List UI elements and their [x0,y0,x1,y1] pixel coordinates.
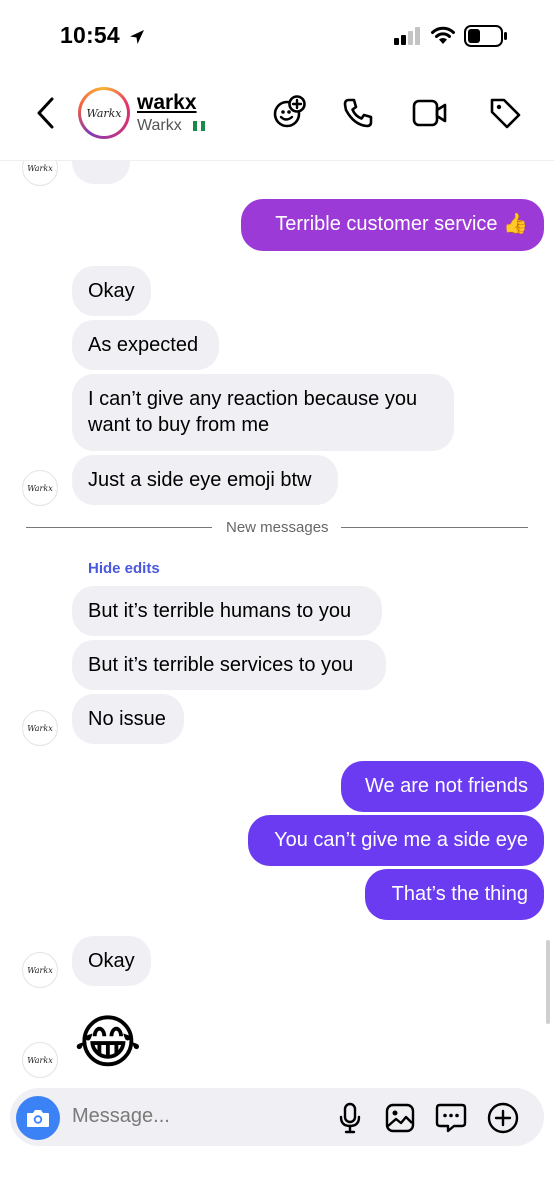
back-icon-layer[interactable] [34,96,58,130]
message-bubble-incoming[interactable]: Okay [72,936,151,986]
location-arrow-icon [130,30,144,44]
emoji-message[interactable]: 😂 [74,1008,142,1078]
message-bubble-incoming[interactable]: Just a side eye emoji btw [72,455,338,505]
phone-icon-layer[interactable] [342,97,374,129]
message-bubble-outgoing[interactable]: We are not friends [341,761,544,812]
battery-icon [464,25,507,47]
message-bubble-outgoing[interactable]: Terrible customer service 👍 [241,199,544,251]
add-plus-icon[interactable] [486,1101,520,1135]
nigeria-flag-icon-layer [193,121,205,131]
message-bubble-incoming[interactable]: But it’s terrible services to you [72,640,386,690]
new-messages-label: New messages [226,519,329,536]
message-bubble-incoming[interactable]: Okay [72,266,151,316]
message-bubble-incoming[interactable]: I can’t give any reaction because you wa… [72,374,454,451]
message-bubble-outgoing[interactable]: That’s the thing [365,869,544,920]
camera-icon [27,1110,49,1127]
status-time: 10:54 [60,22,120,48]
cellular-signal-icon [394,27,420,45]
wifi-icon [431,26,455,44]
sender-avatar[interactable]: Warkx [22,470,58,506]
microphone-icon[interactable] [338,1102,362,1134]
message-bubble-outgoing[interactable]: You can’t give me a side eye [248,815,544,866]
video-call-icon-layer[interactable] [412,98,448,128]
sticker-chat-icon[interactable] [434,1101,468,1135]
hide-edits-link[interactable]: Hide edits [88,560,160,577]
gallery-icon[interactable] [384,1102,416,1134]
message-input[interactable]: Message... [72,1105,170,1128]
message-bubble-incoming[interactable]: But it’s terrible humans to you [72,586,382,636]
games-icon-layer[interactable] [272,94,308,130]
tag-icon-layer[interactable] [488,96,522,130]
message-bubble-incoming[interactable]: As expected [72,320,219,370]
message-bubble-incoming[interactable]: No issue [72,694,184,744]
camera-button[interactable] [16,1096,60,1140]
divider-line [341,527,528,528]
contact-name-layer[interactable]: warkx [137,91,197,115]
profile-avatar-layer[interactable]: Warkx [78,87,130,139]
sender-avatar[interactable]: Warkx [22,710,58,746]
sender-avatar[interactable]: Warkx [22,952,58,988]
scrollbar[interactable] [546,940,550,1024]
contact-subtitle-layer: Warkx [137,117,182,134]
divider-line [26,527,212,528]
sender-avatar[interactable]: Warkx [22,1042,58,1078]
